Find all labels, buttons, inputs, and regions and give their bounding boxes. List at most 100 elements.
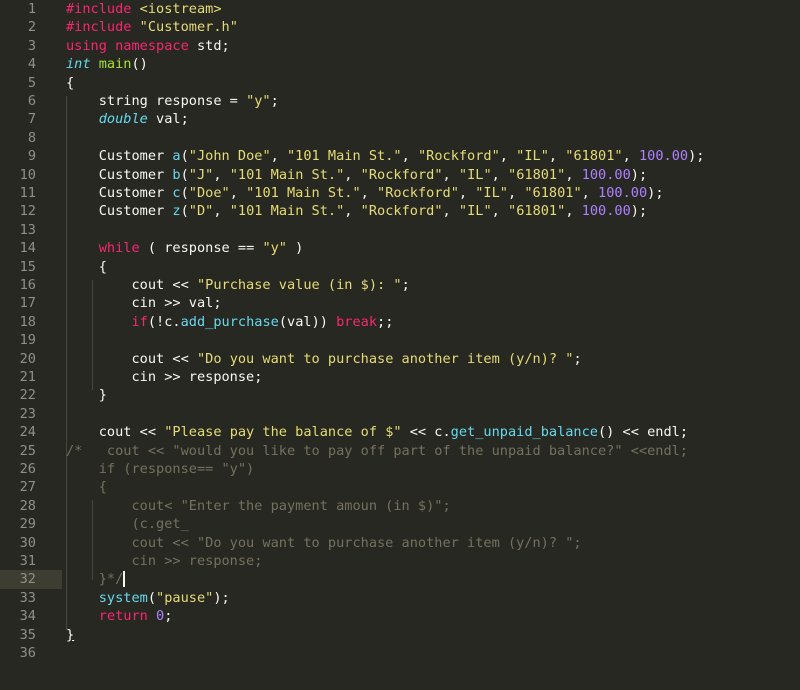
code-line[interactable]: 10 Customer b("J", "101 Main St.", "Rock… [0,166,800,184]
code-line[interactable]: 24 cout << "Please pay the balance of $"… [0,423,800,441]
code-token: int [66,56,91,73]
code-line[interactable]: 21 cin >> response; [0,368,800,386]
code-line[interactable]: 31 cin >> response; [0,552,800,570]
code-line[interactable]: 23 [0,405,800,423]
code-token: (!c. [147,313,181,330]
code-line[interactable]: 13 [0,221,800,239]
line-number: 29 [19,516,36,533]
line-number: 34 [19,608,36,625]
code-text: /* cout << "would you like to pay off pa… [66,442,688,460]
code-token: 100.00 [638,148,689,165]
code-text: { [66,74,74,92]
line-number: 27 [19,479,36,496]
code-line[interactable]: 28 cout< "Enter the payment amoun (in $)… [0,497,800,515]
code-token: ; [573,350,582,367]
code-token: "61801" [524,185,582,201]
code-token: , [622,148,639,165]
code-line[interactable]: 14 while ( response == "y" ) [0,239,800,257]
code-text: using namespace std; [66,37,230,55]
line-number: 9 [27,148,36,165]
code-token: if [131,313,148,330]
code-token: } [66,387,107,404]
code-token: ( [180,166,189,183]
code-line[interactable]: 1 #include <iostream> [0,0,800,18]
code-token: c [172,185,181,201]
code-line[interactable]: 12 Customer z("D", "101 Main St.", "Rock… [0,202,800,220]
code-token: /* cout << "would you like to pay off pa… [66,442,688,459]
line-number: 22 [19,387,36,404]
code-token: "Please pay the balance of $" [164,424,402,441]
code-text: Customer c("Doe", "101 Main St.", "Rockf… [66,184,664,202]
code-editor[interactable]: 1 #include <iostream> 2 #include "Customer.… [0,0,800,690]
code-line[interactable]: 25 /* cout << "would you like to pay off … [0,442,800,460]
code-line[interactable]: 34 return 0; [0,607,800,625]
code-token: ); [647,185,664,201]
code-token: , [229,185,247,201]
line-number: 3 [27,37,36,54]
code-line[interactable]: 33 system("pause"); [0,589,800,607]
code-text: cout << "Please pay the balance of $" <<… [66,423,688,441]
code-line[interactable]: 5{ [0,74,800,92]
code-line[interactable]: 9 Customer a("John Doe", "101 Main St.",… [0,147,800,165]
code-token: ( response == [139,240,263,257]
code-token: a [172,148,181,165]
code-text: } [66,626,74,644]
code-token: , [508,185,525,201]
code-line[interactable]: 18 if(!c.add_purchase(val)) break;; [0,313,800,331]
code-text: if(!c.add_purchase(val)) break;; [66,313,393,331]
code-line[interactable]: 29 (c.get_ [0,515,800,533]
code-token: <iostream> [139,1,222,17]
code-token: "Rockford" [377,185,459,201]
code-line[interactable]: 15 { [0,258,800,276]
code-text: Customer z("D", "101 Main St.", "Rockfor… [66,202,647,220]
code-token: if (response== "y") [66,461,255,477]
code-line[interactable]: 6 string response = "y"; [0,92,800,110]
code-line[interactable]: 19 [0,331,800,349]
line-number: 1 [27,1,36,17]
code-token: ; [401,277,410,293]
code-token: (c.get_ [66,516,189,533]
code-line[interactable]: 16 cout << "Purchase value (in $): "; [0,276,800,294]
code-token: } [66,626,75,643]
code-token: Customer [66,148,173,165]
code-line[interactable]: 26 if (response== "y") [0,460,800,478]
code-line[interactable]: 20 cout << "Do you want to purchase anot… [0,350,800,368]
code-text: { [66,478,107,496]
code-token: ); [630,166,648,183]
code-token: , [213,166,230,183]
code-token: #include [66,19,140,36]
code-line[interactable]: 36 [0,644,800,662]
code-line[interactable]: 22 } [0,386,800,404]
line-number: 14 [19,240,36,257]
code-token: 100.00 [598,185,648,201]
code-line[interactable]: 30 cout << "Do you want to purchase anot… [0,534,800,552]
code-token: cout << "Do you want to purchase another… [66,534,582,551]
line-number: 12 [19,203,36,220]
code-line[interactable]: 27 { [0,478,800,496]
code-text: if (response== "y") [66,460,255,478]
code-line[interactable]: 7 double val; [0,110,800,128]
code-text: return 0; [66,607,173,625]
code-line[interactable]: 11 Customer c("Doe", "101 Main St.", "Ro… [0,184,800,202]
code-line[interactable]: 32 }*/ [0,570,800,589]
code-text: #include "Customer.h" [66,18,238,36]
code-line[interactable]: 4 int main() [0,55,800,73]
code-token: "101 Main St." [229,166,345,183]
code-line[interactable]: 35} [0,626,800,644]
text-cursor [123,571,126,588]
code-text: Customer b("J", "101 Main St.", "Rockfor… [66,166,647,184]
code-line[interactable]: 3 using namespace std; [0,37,800,55]
code-token: ;; [377,313,394,330]
code-token: ( [180,185,189,201]
code-token: (val)) [278,313,337,330]
code-line[interactable]: 17 cin >> val; [0,294,800,312]
code-token: , [458,185,476,201]
code-token: Customer [66,185,173,201]
code-token: "101 Main St." [287,148,402,165]
line-number: 7 [27,111,36,128]
code-token: val; [147,111,189,128]
code-line[interactable]: 2 #include "Customer.h" [0,18,800,36]
code-line[interactable]: 8 [0,129,800,147]
code-token: , [213,203,230,220]
